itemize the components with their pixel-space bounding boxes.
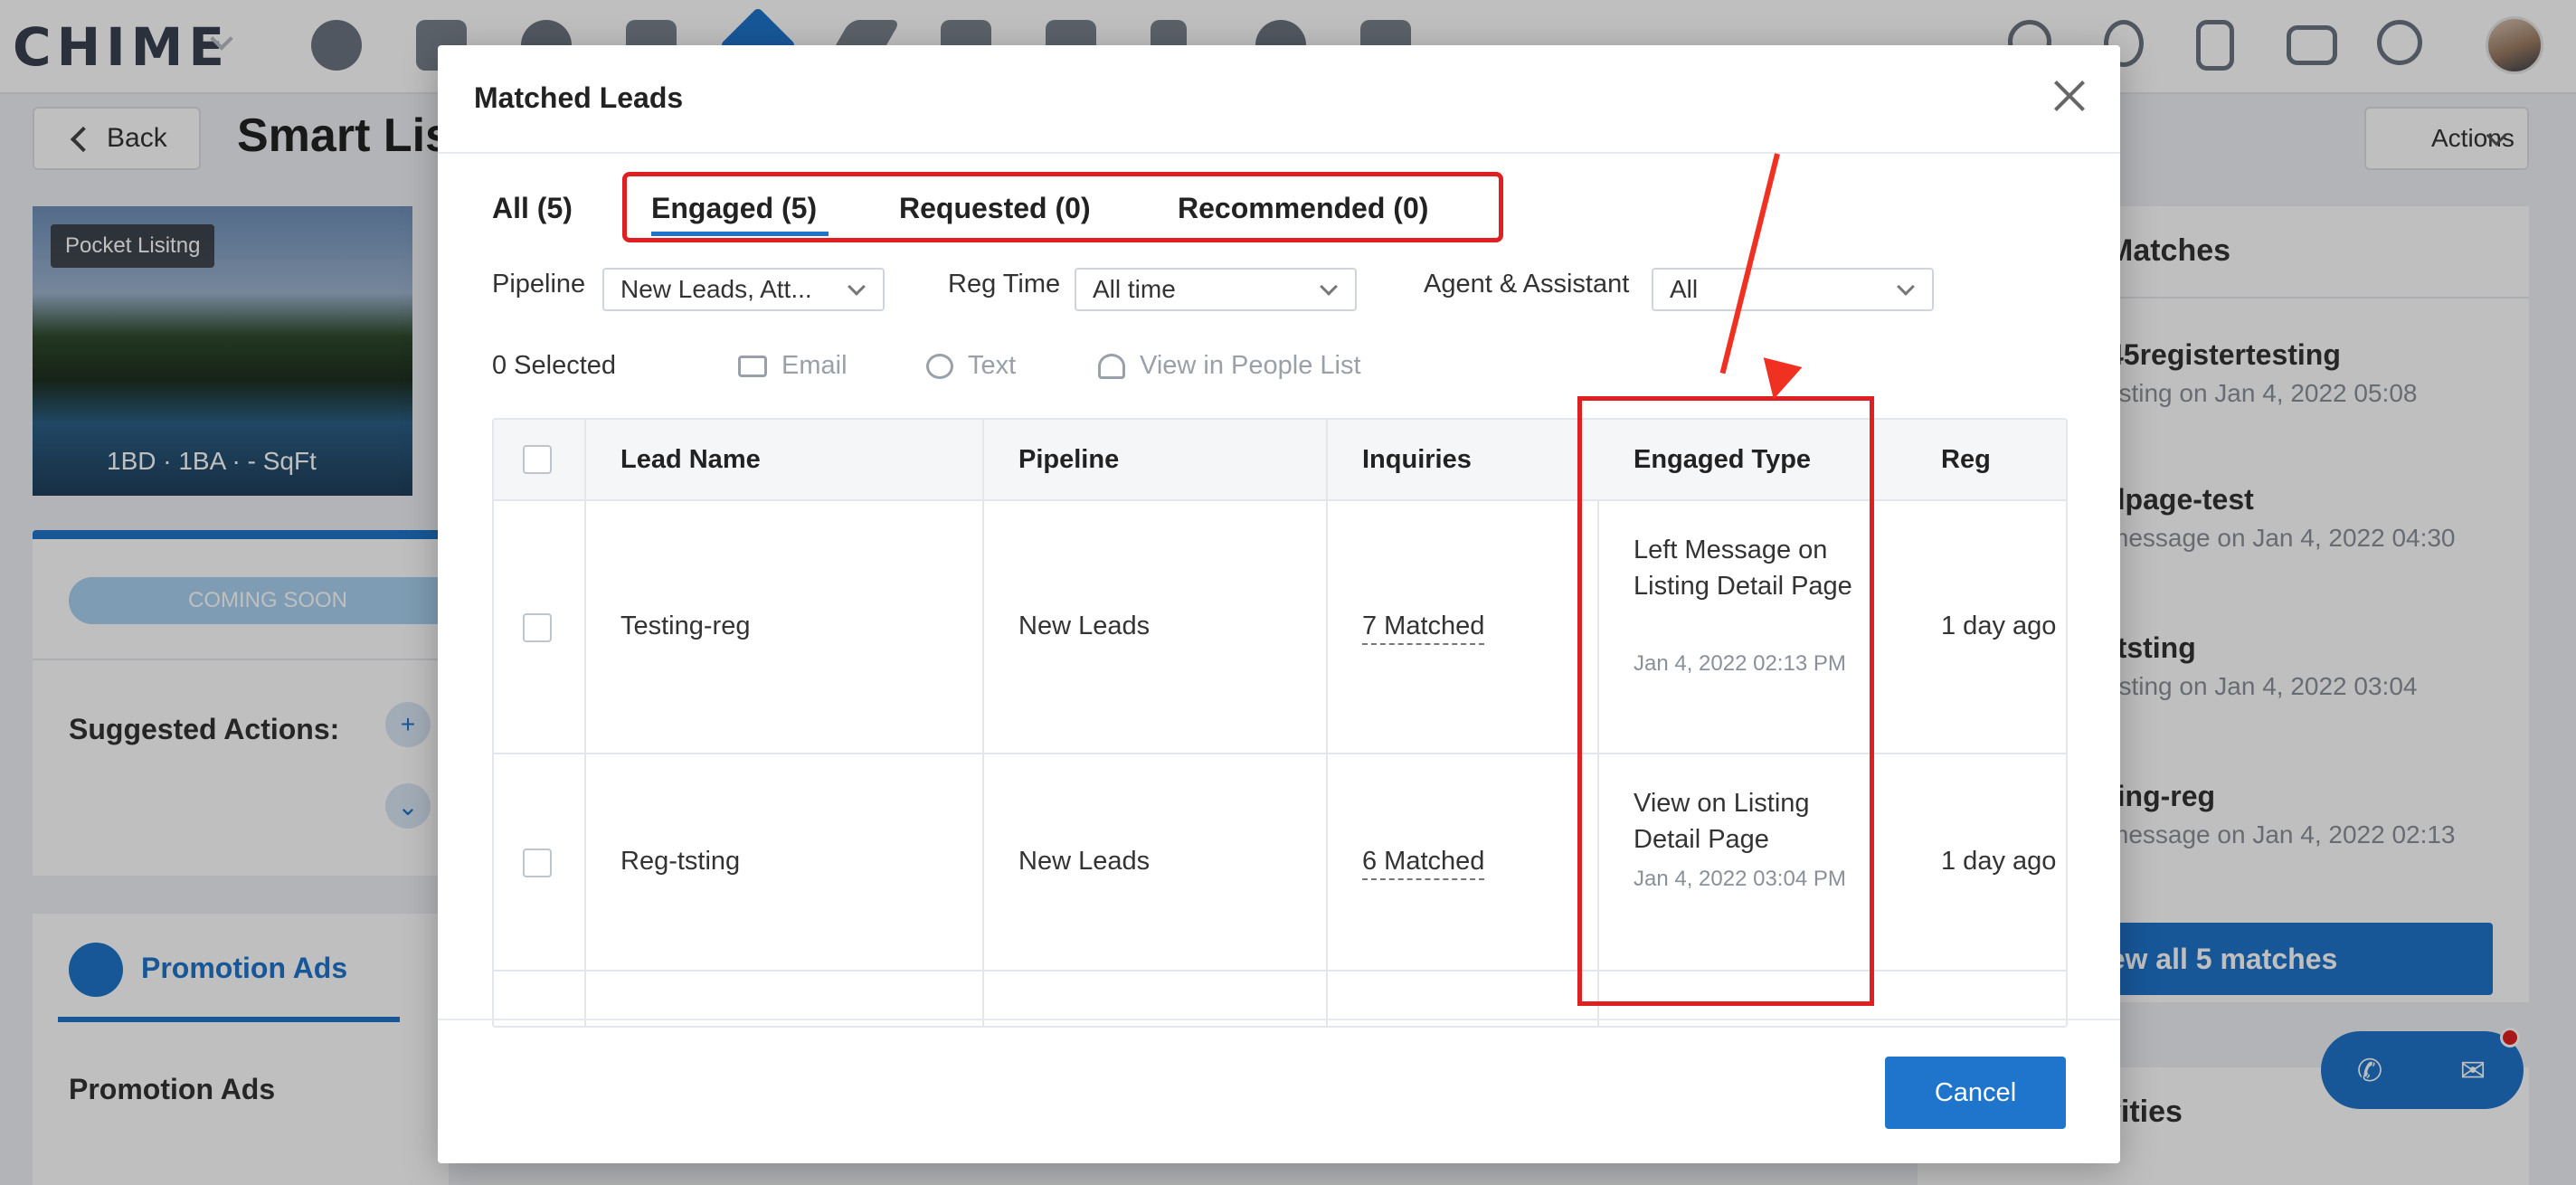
email-icon: [738, 355, 767, 377]
text-button[interactable]: Text: [926, 351, 1016, 381]
email-label: Email: [781, 351, 848, 380]
pipeline-filter-label: Pipeline: [492, 270, 586, 299]
engaged-type-highlight-box: [1577, 396, 1874, 1006]
lead-name[interactable]: Testing-reg: [620, 611, 750, 641]
view-in-people-list-button[interactable]: View in People List: [1098, 351, 1361, 381]
selected-count: 0 Selected: [492, 351, 617, 380]
chevron-down-icon: [1320, 278, 1338, 296]
chevron-down-icon: [848, 278, 866, 296]
reg-time-select[interactable]: All time: [1075, 268, 1357, 311]
reg-time-select-value: All time: [1093, 275, 1176, 303]
pipeline-select[interactable]: New Leads, Att...: [602, 268, 885, 311]
tabs-highlight-box: [622, 172, 1503, 242]
tab-all[interactable]: All (5): [492, 192, 573, 225]
chevron-down-icon: [1897, 278, 1915, 296]
view-in-people-list-label: View in People List: [1140, 351, 1361, 380]
column-pipeline[interactable]: Pipeline: [1018, 445, 1119, 475]
close-icon[interactable]: [2053, 80, 2086, 112]
lead-pipeline: New Leads: [1018, 847, 1151, 876]
row-checkbox[interactable]: [523, 613, 552, 642]
pipeline-select-value: New Leads, Att...: [620, 275, 812, 303]
email-button[interactable]: Email: [738, 351, 848, 381]
reg-time-filter-label: Reg Time: [948, 270, 1061, 299]
divider: [438, 1019, 2120, 1020]
inquiries-link[interactable]: 6 Matched: [1362, 847, 1485, 880]
select-all-checkbox[interactable]: [523, 445, 552, 474]
agent-select-value: All: [1670, 275, 1699, 303]
reg-time: 1 day ago: [1941, 847, 2057, 876]
inquiries-link[interactable]: 7 Matched: [1362, 611, 1485, 645]
agent-filter-label: Agent & Assistant: [1424, 270, 1630, 299]
column-lead-name[interactable]: Lead Name: [620, 445, 761, 475]
divider: [438, 152, 2120, 154]
lead-pipeline: New Leads: [1018, 611, 1151, 640]
modal-title: Matched Leads: [474, 81, 684, 114]
cancel-button[interactable]: Cancel: [1885, 1057, 2066, 1129]
reg-time: 1 day ago: [1941, 611, 2057, 640]
row-checkbox[interactable]: [523, 848, 552, 877]
chat-icon: [926, 353, 953, 379]
column-reg[interactable]: Reg: [1941, 445, 1991, 475]
agent-select[interactable]: All: [1652, 268, 1934, 311]
people-icon: [1098, 353, 1125, 379]
column-inquiries[interactable]: Inquiries: [1362, 445, 1472, 475]
text-label: Text: [968, 351, 1017, 380]
lead-name[interactable]: Reg-tsting: [620, 847, 740, 877]
